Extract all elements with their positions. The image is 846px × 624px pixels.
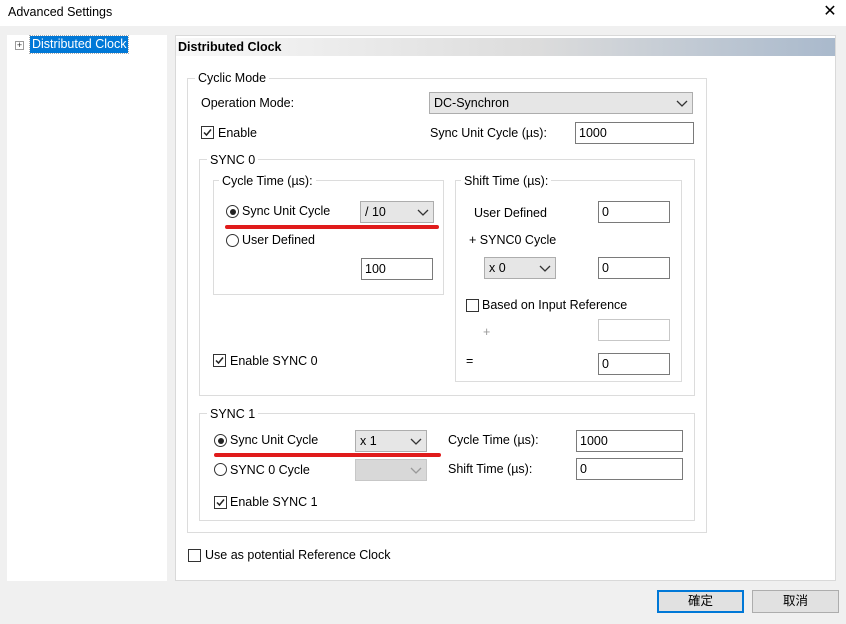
shift-sync0-cycle-label: + SYNC0 Cycle — [469, 233, 557, 247]
shift-equals-input[interactable]: 0 — [598, 353, 670, 375]
operation-mode-select[interactable]: DC-Synchron — [429, 92, 693, 114]
enable-sync1-label: Enable SYNC 1 — [230, 495, 318, 509]
enable-sync0-label: Enable SYNC 0 — [230, 354, 318, 368]
settings-panel: Distributed Clock Cyclic Mode Operation … — [175, 35, 836, 581]
expand-icon[interactable]: + — [15, 41, 24, 50]
radio-selected-dot — [217, 437, 224, 444]
checkmark-icon — [216, 499, 225, 507]
sync1-sync-unit-cycle-radio[interactable] — [214, 434, 227, 447]
shift-equals-label: = — [466, 354, 474, 368]
checkmark-icon — [203, 129, 212, 137]
chevron-down-icon — [410, 438, 422, 445]
shift-multiplier-select[interactable]: x 0 — [484, 257, 556, 279]
sync0-divider-value: / 10 — [365, 205, 386, 219]
window-title: Advanced Settings — [8, 5, 113, 19]
panel-header: Distributed Clock — [176, 38, 835, 56]
ok-button[interactable]: 確定 — [657, 590, 744, 613]
sync1-shift-time-label: Shift Time (µs): — [448, 462, 533, 476]
sync1-multiplier-select[interactable]: x 1 — [355, 430, 427, 452]
sync1-shift-time-input[interactable]: 0 — [576, 458, 683, 480]
cancel-button[interactable]: 取消 — [752, 590, 839, 613]
sync-unit-cycle-input[interactable]: 1000 — [575, 122, 694, 144]
sync1-cycle-time-input[interactable]: 1000 — [576, 430, 683, 452]
sync1-sync0-cycle-radio[interactable] — [214, 463, 227, 476]
shift-user-defined-input[interactable]: 0 — [598, 201, 670, 223]
chevron-down-icon — [539, 265, 551, 272]
shift-multiplier-result[interactable]: 0 — [598, 257, 670, 279]
enable-checkbox[interactable] — [201, 126, 214, 139]
title-bar: Advanced Settings ✕ — [0, 0, 846, 26]
operation-mode-value: DC-Synchron — [434, 96, 510, 110]
cyclic-mode-legend: Cyclic Mode — [195, 71, 270, 85]
settings-tree: + Distributed Clock — [7, 35, 167, 581]
sync0-user-defined-label: User Defined — [242, 233, 315, 247]
sync-unit-cycle-label: Sync Unit Cycle (µs): — [430, 126, 547, 140]
sync0-sync-unit-cycle-radio[interactable] — [226, 205, 239, 218]
sync1-cycle-time-label: Cycle Time (µs): — [448, 433, 539, 447]
operation-mode-label: Operation Mode: — [201, 96, 295, 110]
shift-user-defined-label: User Defined — [474, 206, 547, 220]
tree-item-distributed-clock[interactable]: Distributed Clock — [28, 35, 130, 54]
highlight-underline-sync0 — [225, 225, 439, 229]
sync0-cycle-time-legend: Cycle Time (µs): — [219, 174, 316, 188]
chevron-down-icon — [410, 467, 422, 474]
shift-plus-label: + — [483, 325, 491, 339]
based-on-input-label: Based on Input Reference — [482, 298, 628, 312]
sync0-divider-select[interactable]: / 10 — [360, 201, 434, 223]
reference-clock-label: Use as potential Reference Clock — [205, 548, 391, 562]
chevron-down-icon — [417, 209, 429, 216]
checkmark-icon — [215, 357, 224, 365]
sync0-user-defined-input[interactable]: 100 — [361, 258, 433, 280]
sync1-sync0-cycle-label: SYNC 0 Cycle — [230, 463, 310, 477]
enable-label: Enable — [218, 126, 257, 140]
chevron-down-icon — [676, 100, 688, 107]
reference-clock-checkbox[interactable] — [188, 549, 201, 562]
highlight-underline-sync1 — [214, 453, 441, 457]
shift-plus-input[interactable] — [598, 319, 670, 341]
sync0-shift-time-legend: Shift Time (µs): — [461, 174, 552, 188]
radio-selected-dot — [229, 208, 236, 215]
sync1-sync0-cycle-select[interactable] — [355, 459, 427, 481]
sync1-legend: SYNC 1 — [207, 407, 259, 421]
enable-sync0-checkbox[interactable] — [213, 354, 226, 367]
sync1-multiplier-value: x 1 — [360, 434, 377, 448]
sync0-user-defined-radio[interactable] — [226, 234, 239, 247]
sync1-sync-unit-cycle-label: Sync Unit Cycle — [230, 433, 319, 447]
sync0-legend: SYNC 0 — [207, 153, 259, 167]
enable-sync1-checkbox[interactable] — [214, 496, 227, 509]
based-on-input-checkbox[interactable] — [466, 299, 479, 312]
shift-multiplier-value: x 0 — [489, 261, 506, 275]
sync0-sync-unit-cycle-label: Sync Unit Cycle — [242, 204, 331, 218]
close-icon[interactable]: ✕ — [820, 2, 840, 22]
